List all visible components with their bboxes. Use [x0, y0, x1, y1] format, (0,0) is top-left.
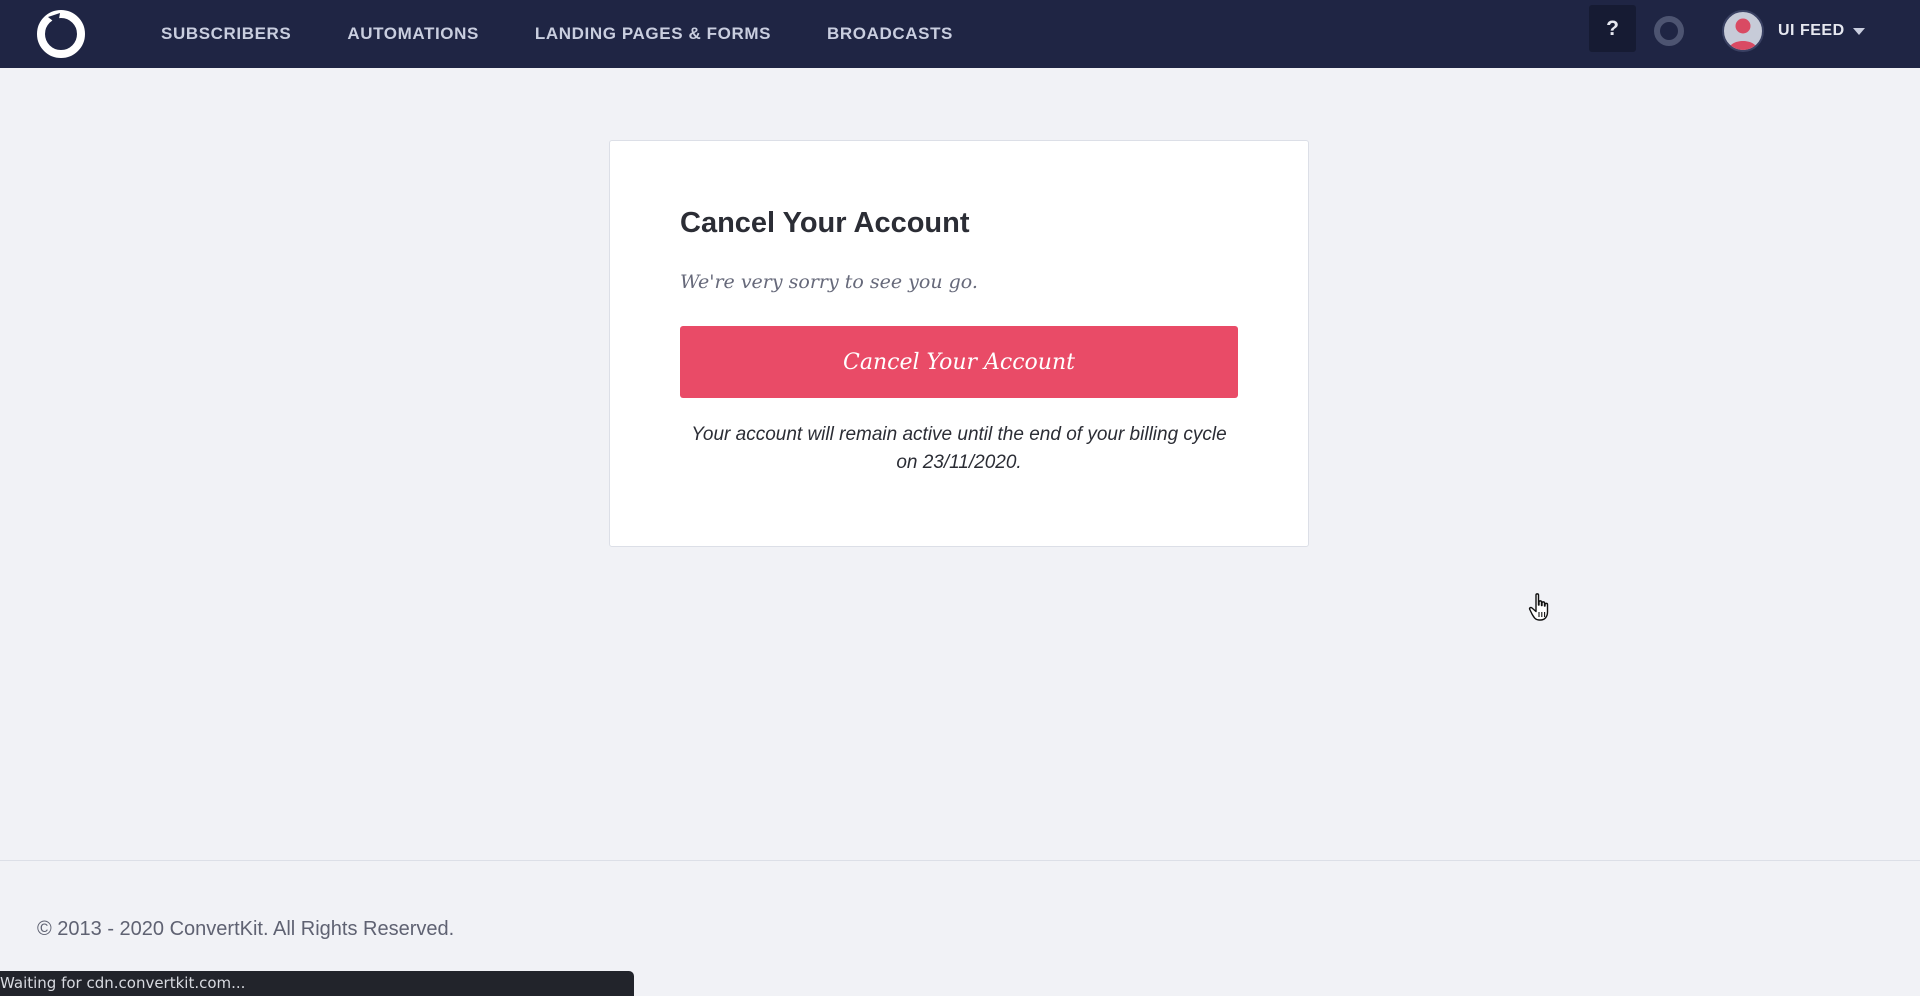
cancel-account-card: Cancel Your Account We're very sorry to …	[609, 140, 1309, 547]
browser-status-bar: Waiting for cdn.convertkit.com...	[0, 971, 634, 996]
account-menu[interactable]: UI FEED	[1722, 9, 1865, 53]
card-title: Cancel Your Account	[680, 207, 970, 239]
top-navigation-bar: SUBSCRIBERS AUTOMATIONS LANDING PAGES & …	[0, 0, 1920, 68]
account-name: UI FEED	[1778, 22, 1845, 39]
footer-copyright: © 2013 - 2020 ConvertKit. All Rights Res…	[37, 918, 455, 940]
nav-item-subscribers[interactable]: SUBSCRIBERS	[161, 24, 291, 44]
nav-item-automations[interactable]: AUTOMATIONS	[347, 24, 479, 44]
user-avatar-icon	[1722, 10, 1764, 52]
cancel-account-button[interactable]: Cancel Your Account	[680, 326, 1238, 398]
nav-item-broadcasts[interactable]: BROADCASTS	[827, 24, 953, 44]
card-subtitle: We're very sorry to see you go.	[680, 271, 978, 293]
nav-item-landing-pages-forms[interactable]: LANDING PAGES & FORMS	[535, 24, 771, 44]
convertkit-logo-icon[interactable]	[34, 7, 88, 61]
caret-down-icon	[1852, 27, 1865, 35]
main-nav: SUBSCRIBERS AUTOMATIONS LANDING PAGES & …	[161, 0, 1009, 68]
footer-divider	[0, 860, 1920, 861]
hand-pointer-cursor-icon	[1528, 593, 1549, 621]
help-button[interactable]: ?	[1589, 5, 1636, 52]
billing-cycle-note: Your account will remain active until th…	[691, 424, 1227, 473]
status-ring-icon[interactable]	[1654, 16, 1684, 46]
